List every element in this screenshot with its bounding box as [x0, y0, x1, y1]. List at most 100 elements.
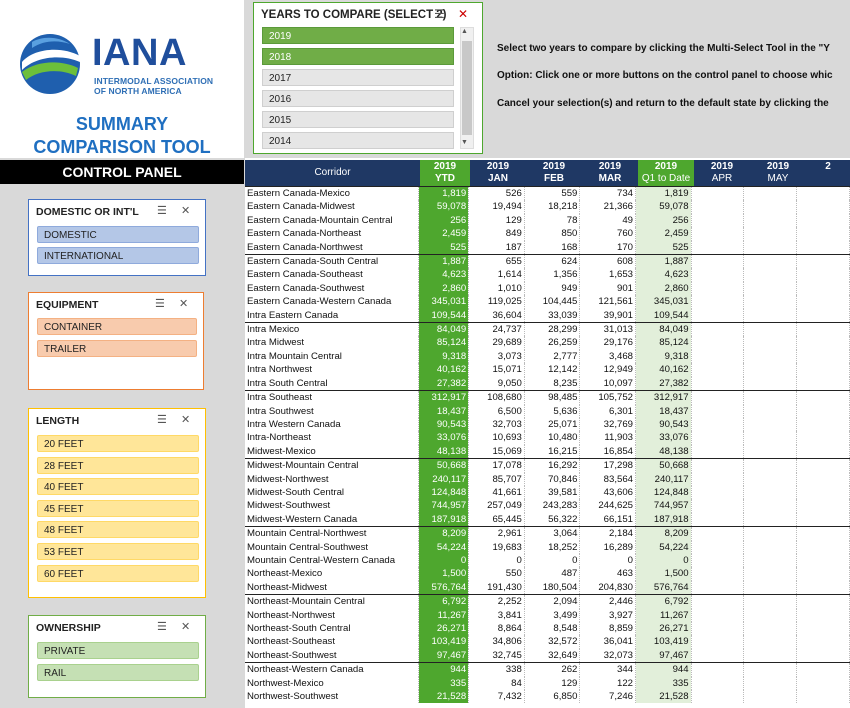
header-year: 2019 — [542, 161, 566, 172]
table-row: Intra Midwest 85,124 29,689 26,259 29,176 85,… — [245, 336, 850, 350]
apr-cell — [691, 553, 745, 568]
corridor-cell: Eastern Canada-Western Canada — [245, 295, 420, 309]
scroll-down-icon[interactable]: ▼ — [461, 139, 468, 146]
may-cell — [743, 635, 798, 649]
apr-cell — [691, 444, 745, 459]
length-40-button[interactable]: 40 FEET — [37, 478, 199, 495]
may-cell — [743, 472, 798, 486]
ytd-cell: 50,668 — [418, 458, 470, 473]
next-cell — [796, 363, 850, 377]
table-row: Northeast-Mountain Central 6,792 2,252 2,09… — [245, 594, 850, 609]
equipment-slicer: EQUIPMENT ☰ ✕ CONTAINER TRAILER — [28, 292, 204, 390]
next-cell — [796, 200, 850, 214]
year-item-2017[interactable]: 2017 — [262, 69, 454, 86]
mar-cell: 1,653 — [579, 268, 636, 282]
table-row: Intra Mexico 84,049 24,737 28,299 31,013 84,0… — [245, 322, 850, 337]
may-cell — [743, 608, 798, 622]
jan-cell: 655 — [468, 254, 525, 269]
feb-cell: 0 — [524, 553, 581, 568]
multi-select-icon[interactable]: ☰ — [434, 7, 445, 21]
may-cell — [743, 485, 798, 500]
feb-cell: 39,581 — [524, 485, 581, 500]
q1-cell: 54,224 — [635, 540, 692, 554]
corridor-cell: Intra Mountain Central — [245, 349, 420, 364]
domestic-button[interactable]: DOMESTIC — [37, 226, 199, 243]
slicer-title: EQUIPMENT — [36, 299, 99, 311]
ytd-cell: 84,049 — [418, 322, 470, 337]
table-row: Intra Northwest 40,162 15,071 12,142 12,949 4… — [245, 363, 850, 377]
feb-cell: 3,064 — [524, 526, 581, 541]
feb-cell: 2,777 — [524, 349, 581, 364]
year-item-2019[interactable]: 2019 — [262, 27, 454, 44]
corridor-cell: Midwest-Southwest — [245, 499, 420, 513]
clear-filter-icon[interactable]: ✕ — [458, 7, 468, 21]
years-scrollbar-thumb[interactable] — [462, 41, 472, 135]
corridor-cell: Intra South Central — [245, 376, 420, 391]
clear-filter-icon[interactable]: ✕ — [181, 204, 196, 217]
year-item-2016[interactable]: 2016 — [262, 90, 454, 107]
rail-button[interactable]: RAIL — [37, 664, 199, 681]
apr-cell — [691, 431, 745, 445]
container-button[interactable]: CONTAINER — [37, 318, 197, 335]
q1-cell: 26,271 — [635, 622, 692, 636]
length-53-button[interactable]: 53 FEET — [37, 543, 199, 560]
mar-cell: 463 — [579, 567, 636, 581]
may-cell — [743, 308, 798, 323]
q1-cell: 576,764 — [635, 580, 692, 595]
corridor-cell: Eastern Canada-Northeast — [245, 227, 420, 241]
mar-cell: 16,289 — [579, 540, 636, 554]
year-item-2015[interactable]: 2015 — [262, 111, 454, 128]
multi-select-icon[interactable]: ☰ — [155, 297, 171, 310]
length-20-button[interactable]: 20 FEET — [37, 435, 199, 452]
feb-cell: 28,299 — [524, 322, 581, 337]
feb-cell: 168 — [524, 240, 581, 255]
multi-select-icon[interactable]: ☰ — [157, 204, 173, 217]
q1-cell: 50,668 — [635, 458, 692, 473]
length-48-button[interactable]: 48 FEET — [37, 521, 199, 538]
jan-cell: 34,806 — [468, 635, 525, 649]
multi-select-icon[interactable]: ☰ — [157, 620, 173, 633]
scroll-up-icon[interactable]: ▲ — [461, 28, 468, 35]
feb-cell: 12,142 — [524, 363, 581, 377]
private-button[interactable]: PRIVATE — [37, 642, 199, 659]
header-feb: 2019 FEB — [526, 160, 582, 186]
next-cell — [796, 240, 850, 255]
jan-cell: 65,445 — [468, 512, 525, 527]
next-cell — [796, 622, 850, 636]
ytd-cell: 576,764 — [418, 580, 470, 595]
table-row: Northeast-Southeast 103,419 34,806 32,572 36… — [245, 635, 850, 649]
q1-cell: 97,467 — [635, 648, 692, 663]
trailer-button[interactable]: TRAILER — [37, 340, 197, 357]
year-item-2014[interactable]: 2014 — [262, 132, 454, 149]
jan-cell: 36,604 — [468, 308, 525, 323]
mar-cell: 170 — [579, 240, 636, 255]
apr-cell — [691, 404, 745, 418]
ytd-cell: 744,957 — [418, 499, 470, 513]
corridor-cell: Midwest-South Central — [245, 485, 420, 500]
length-28-button[interactable]: 28 FEET — [37, 457, 199, 474]
ytd-cell: 1,500 — [418, 567, 470, 581]
apr-cell — [691, 608, 745, 622]
length-60-button[interactable]: 60 FEET — [37, 565, 199, 582]
mar-cell: 49 — [579, 213, 636, 228]
clear-filter-icon[interactable]: ✕ — [181, 620, 196, 633]
header-period: APR — [711, 173, 733, 184]
international-button[interactable]: INTERNATIONAL — [37, 247, 199, 264]
header-period: MAR — [598, 173, 622, 184]
feb-cell: 6,850 — [524, 690, 581, 704]
header-period: Q1 to Date — [641, 173, 691, 184]
slicer-title: OWNERSHIP — [36, 622, 101, 634]
corridor-cell: Eastern Canada-Mexico — [245, 186, 420, 201]
clear-filter-icon[interactable]: ✕ — [179, 297, 194, 310]
feb-cell: 98,485 — [524, 390, 581, 405]
apr-cell — [691, 200, 745, 214]
feb-cell: 949 — [524, 281, 581, 296]
feb-cell: 262 — [524, 662, 581, 677]
ytd-cell: 2,860 — [418, 281, 470, 296]
clear-filter-icon[interactable]: ✕ — [181, 413, 196, 426]
multi-select-icon[interactable]: ☰ — [157, 413, 173, 426]
may-cell — [743, 580, 798, 595]
length-45-button[interactable]: 45 FEET — [37, 500, 199, 517]
year-item-2018[interactable]: 2018 — [262, 48, 454, 65]
slicer-title: DOMESTIC OR INT'L — [36, 206, 139, 218]
